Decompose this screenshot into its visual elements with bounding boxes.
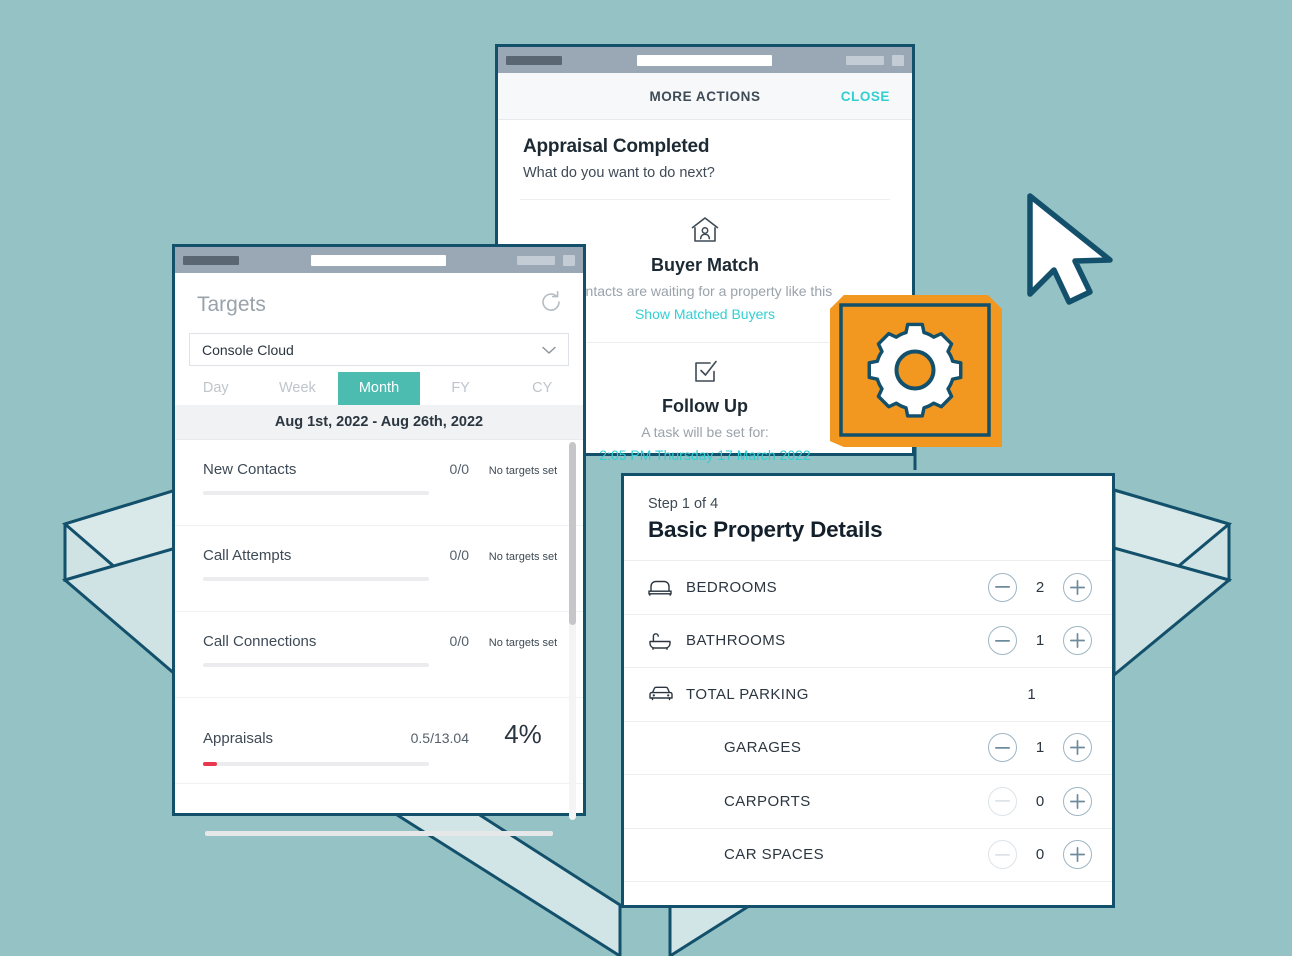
chrome-square-block <box>563 254 575 266</box>
target-row-appraisals: Appraisals 0.5/13.04 4% <box>175 698 583 784</box>
scrollbar-thumb[interactable] <box>569 442 576 625</box>
tab-month[interactable]: Month <box>338 372 420 405</box>
chrome-tab-block <box>506 55 562 65</box>
target-note: No targets set <box>488 637 558 649</box>
target-row-new-contacts: New Contacts 0/0 No targets set <box>175 440 583 526</box>
property-row-bedrooms: BEDROOMS 2 <box>624 561 1112 615</box>
composite-illustration: MORE ACTIONS CLOSE Appraisal Completed W… <box>0 0 1292 956</box>
property-row-label: CARPORTS <box>724 792 811 810</box>
target-progress-bar <box>203 576 429 581</box>
property-row-bathrooms: BATHROOMS 1 <box>624 615 1112 668</box>
targets-window: Targets Console Cloud Day Week Month FY … <box>172 244 586 836</box>
tab-day[interactable]: Day <box>175 372 257 405</box>
plus-circle-icon[interactable] <box>1063 733 1092 763</box>
target-label: Appraisals <box>203 730 274 747</box>
targets-title-bar: Targets <box>175 273 583 333</box>
mouse-pointer-icon <box>1027 193 1113 305</box>
tab-fy[interactable]: FY <box>420 372 502 405</box>
targets-list: New Contacts 0/0 No targets set Call Att… <box>175 440 583 822</box>
refresh-icon[interactable] <box>539 290 563 320</box>
minus-circle-icon[interactable] <box>988 626 1017 656</box>
property-row-carports: CARPORTS 0 <box>624 775 1112 829</box>
bathrooms-value: 1 <box>1035 632 1045 650</box>
target-note: No targets set <box>488 551 558 563</box>
target-fraction: 0.5/13.04 <box>410 730 469 746</box>
chrome-tab-block <box>183 255 239 265</box>
property-row-total-parking: TOTAL PARKING 1 <box>624 668 1112 722</box>
targets-title: Targets <box>197 293 266 316</box>
chevron-down-icon <box>542 342 556 358</box>
property-row-label: BATHROOMS <box>686 632 786 650</box>
chrome-square-block <box>892 54 904 66</box>
bathrooms-stepper: 1 <box>988 626 1092 656</box>
target-fraction: 0/0 <box>449 633 469 649</box>
property-row-label: BEDROOMS <box>686 578 778 596</box>
target-row-call-connections: Call Connections 0/0 No targets set <box>175 612 583 698</box>
close-button[interactable]: CLOSE <box>841 89 890 104</box>
period-tabs: Day Week Month FY CY <box>175 372 583 405</box>
target-label: Call Attempts <box>203 547 292 564</box>
left-chevron-shape <box>61 487 178 679</box>
chrome-button-block <box>517 255 555 265</box>
targets-scrollbar[interactable] <box>569 442 576 820</box>
carports-value: 0 <box>1035 792 1045 810</box>
tab-week[interactable]: Week <box>257 372 339 405</box>
target-progress-bar <box>203 490 429 495</box>
plus-circle-icon[interactable] <box>1063 572 1092 602</box>
target-label: Call Connections <box>203 633 317 650</box>
chrome-button-block <box>846 55 884 65</box>
step-indicator: Step 1 of 4 <box>648 496 719 512</box>
bedrooms-value: 2 <box>1035 578 1045 596</box>
appraisal-subheading: What do you want to do next? <box>523 165 715 181</box>
target-fraction: 0/0 <box>449 547 469 563</box>
gear-icon-badge[interactable] <box>830 295 1002 447</box>
basic-property-details-window: Step 1 of 4 Basic Property Details BEDRO… <box>621 473 1115 908</box>
property-header: Step 1 of 4 Basic Property Details <box>624 476 1112 561</box>
browser-chrome <box>175 247 583 273</box>
targets-footer <box>175 831 583 855</box>
property-row-car-spaces: CAR SPACES 0 <box>624 829 1112 882</box>
more-actions-button[interactable]: MORE ACTIONS <box>649 89 760 104</box>
garages-value: 1 <box>1035 739 1045 757</box>
target-percent: 4% <box>504 719 542 749</box>
appraisal-actions-bar: MORE ACTIONS CLOSE <box>498 73 912 120</box>
page-title: Basic Property Details <box>648 517 883 542</box>
car-icon <box>648 685 686 703</box>
property-row-label: CAR SPACES <box>724 846 825 864</box>
account-select[interactable]: Console Cloud <box>189 333 569 366</box>
bed-icon <box>648 578 686 597</box>
minus-circle-icon[interactable] <box>988 840 1017 870</box>
bath-icon <box>648 632 686 650</box>
property-row-garages: GARAGES 1 <box>624 722 1112 775</box>
right-chevron-shape <box>1112 487 1233 679</box>
garages-stepper: 1 <box>988 733 1092 763</box>
bedrooms-stepper: 2 <box>988 572 1092 602</box>
appraisal-header: Appraisal Completed What do you want to … <box>498 120 912 191</box>
carports-stepper: 0 <box>988 786 1092 816</box>
car-spaces-value: 0 <box>1035 846 1045 864</box>
chrome-url-bar[interactable] <box>636 54 772 66</box>
minus-circle-icon[interactable] <box>988 572 1017 602</box>
minus-circle-icon[interactable] <box>988 786 1017 816</box>
minus-circle-icon[interactable] <box>988 733 1017 763</box>
total-parking-value: 1 <box>1027 685 1036 703</box>
browser-chrome <box>498 47 912 73</box>
target-progress-bar <box>203 662 429 667</box>
target-note: No targets set <box>488 465 558 477</box>
target-row-call-attempts: Call Attempts 0/0 No targets set <box>175 526 583 612</box>
property-row-label: TOTAL PARKING <box>686 685 809 703</box>
plus-circle-icon[interactable] <box>1063 626 1092 656</box>
target-label: New Contacts <box>203 461 297 478</box>
target-progress-bar <box>203 762 429 766</box>
tab-cy[interactable]: CY <box>501 372 583 405</box>
chrome-url-bar[interactable] <box>310 254 446 266</box>
account-select-value: Console Cloud <box>202 341 294 358</box>
target-fraction: 0/0 <box>449 461 469 477</box>
plus-circle-icon[interactable] <box>1063 786 1092 816</box>
car-spaces-stepper: 0 <box>988 840 1092 870</box>
appraisal-heading: Appraisal Completed <box>523 136 710 157</box>
plus-circle-icon[interactable] <box>1063 840 1092 870</box>
date-range-label: Aug 1st, 2022 - Aug 26th, 2022 <box>175 405 583 440</box>
property-row-label: GARAGES <box>724 739 802 757</box>
